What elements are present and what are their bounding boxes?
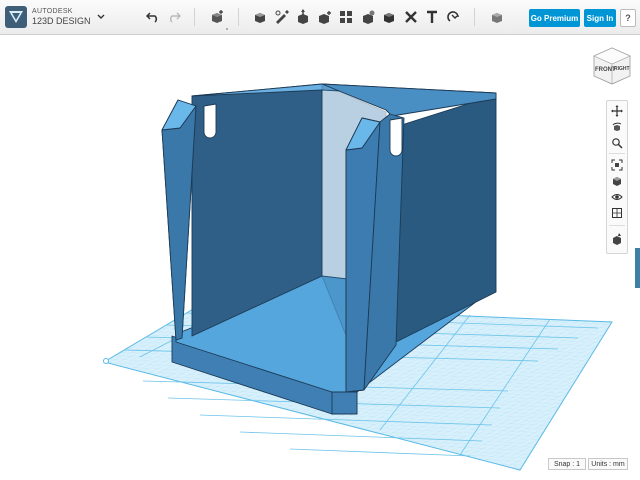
text-icon [427, 10, 437, 23]
side-panel-tab[interactable] [635, 248, 640, 288]
fit-view-icon [611, 159, 623, 171]
view-mode-button[interactable] [610, 174, 624, 188]
combine-button[interactable] [380, 8, 398, 26]
pan-button[interactable] [610, 104, 624, 118]
navigation-bar [606, 100, 628, 254]
toolbar-separator [474, 8, 475, 26]
toolbar-separator [194, 8, 195, 26]
3d-viewport[interactable]: FRONT RIGHT [0, 35, 640, 480]
group-icon [363, 10, 375, 24]
dropdown-dot [226, 28, 228, 30]
fit-button[interactable] [610, 158, 624, 172]
app-menu-chevron-down-icon[interactable] [96, 12, 106, 22]
construct-icon [298, 9, 308, 24]
sign-in-button[interactable]: Sign In [584, 9, 616, 27]
primitives-icon [255, 13, 265, 23]
text-button[interactable] [423, 8, 441, 26]
undo-icon [146, 12, 158, 23]
visibility-button[interactable] [610, 190, 624, 204]
snap-grid-icon [613, 233, 621, 245]
snap-button[interactable] [445, 8, 463, 26]
undo-button[interactable] [144, 8, 162, 26]
snap-icon [447, 11, 459, 22]
snap-status[interactable]: Snap : 1 [548, 458, 586, 470]
eye-icon [611, 194, 623, 200]
group-button[interactable] [359, 8, 377, 26]
sketch-button[interactable] [273, 8, 291, 26]
zoom-button[interactable] [610, 136, 624, 150]
orbit-icon [612, 122, 622, 131]
sketch-icon [275, 10, 289, 24]
combine-icon [384, 13, 394, 23]
transform-button[interactable] [208, 8, 226, 26]
brand-company: AUTODESK [32, 8, 73, 15]
redo-button[interactable] [165, 8, 183, 26]
primitives-button[interactable] [251, 8, 269, 26]
nav-separator [609, 225, 625, 226]
brand-product: 123D DESIGN [32, 16, 91, 26]
construct-button[interactable] [294, 8, 312, 26]
pattern-icon [340, 11, 352, 23]
modify-button[interactable] [316, 8, 334, 26]
material-view-button[interactable] [610, 206, 624, 220]
modify-icon [319, 11, 331, 24]
transform-icon [212, 10, 223, 23]
pattern-button[interactable] [337, 8, 355, 26]
material-grid-icon [612, 208, 622, 218]
redo-icon [169, 12, 181, 23]
viewcube-front-label[interactable]: FRONT [595, 67, 616, 73]
units-status[interactable]: Units : mm [588, 458, 628, 470]
toolbar-separator [238, 8, 239, 26]
nav-separator [609, 153, 625, 154]
grid-settings-button[interactable] [610, 232, 624, 246]
help-button[interactable]: ? [620, 9, 636, 27]
orbit-button[interactable] [610, 120, 624, 134]
pan-icon [611, 105, 623, 117]
top-toolbar: AUTODESK 123D DESIGN Go Premium Sign In … [0, 0, 640, 35]
material-icon [492, 13, 502, 23]
logo-icon [9, 11, 23, 23]
viewcube-right-label[interactable]: RIGHT [614, 66, 630, 72]
app-logo[interactable] [5, 6, 27, 28]
go-premium-button[interactable]: Go Premium [529, 9, 580, 27]
measure-icon [405, 11, 417, 23]
magnifier-icon [612, 138, 623, 149]
viewcube[interactable]: FRONT RIGHT [593, 47, 631, 85]
measure-button[interactable] [402, 8, 420, 26]
shaded-cube-icon [613, 177, 621, 186]
material-button[interactable] [488, 8, 506, 26]
